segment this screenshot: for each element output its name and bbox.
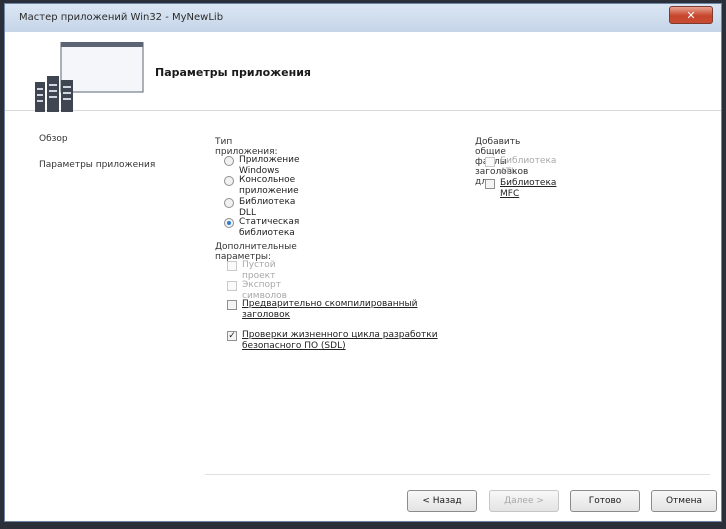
radio-button-selected[interactable]	[224, 218, 234, 228]
wizard-header: Параметры приложения	[5, 32, 721, 112]
radio-label: Консольное приложение	[239, 175, 299, 196]
radio-button[interactable]	[224, 198, 234, 208]
radio-console-app[interactable]: Консольное приложение	[224, 175, 299, 197]
checkbox[interactable]	[227, 261, 237, 271]
wizard-banner-icon	[35, 42, 144, 112]
checkbox-sdl-checks[interactable]: ✓ Проверки жизненного цикла разработки б…	[227, 330, 457, 352]
checkbox-checked[interactable]: ✓	[227, 331, 237, 341]
back-button[interactable]: < Назад	[407, 490, 477, 512]
checkbox-empty-project[interactable]: Пустой проект	[227, 260, 276, 282]
checkbox[interactable]	[485, 157, 495, 167]
extra-options-label: Дополнительные параметры:	[215, 242, 297, 262]
radio-label: Библиотека DLL	[239, 197, 296, 218]
cancel-button[interactable]: Отмена	[651, 490, 717, 512]
nav-item-app-settings[interactable]: Параметры приложения	[39, 160, 155, 170]
checkbox-label: Пустой проект	[242, 260, 276, 281]
checkbox-precompiled-header[interactable]: Предварительно скомпилированный заголово…	[227, 299, 457, 321]
checkbox-label: Проверки жизненного цикла разработки без…	[242, 330, 438, 351]
checkbox[interactable]	[227, 281, 237, 291]
button-separator	[205, 474, 710, 475]
checkbox-label: Предварительно скомпилированный заголово…	[242, 299, 418, 320]
title-bar[interactable]: Мастер приложений Win32 - MyNewLib ✕	[5, 4, 721, 33]
wizard-nav: Обзор Параметры приложения	[5, 110, 195, 510]
finish-button[interactable]: Готово	[570, 490, 640, 512]
checkbox[interactable]	[227, 300, 237, 310]
close-button[interactable]: ✕	[669, 6, 713, 24]
checkbox-mfc[interactable]: Библиотека MFC	[485, 178, 556, 200]
close-icon: ✕	[686, 9, 696, 22]
wizard-window: Мастер приложений Win32 - MyNewLib ✕ Пар…	[4, 3, 722, 522]
checkbox-label: Библиотека MFC	[500, 178, 557, 199]
radio-button[interactable]	[224, 156, 234, 166]
radio-label: Статическая библиотека	[239, 217, 300, 238]
app-type-label: Тип приложения:	[215, 137, 278, 157]
checkbox-label: Библиотека ATL	[500, 156, 557, 177]
radio-static-lib[interactable]: Статическая библиотека	[224, 217, 299, 239]
window-title: Мастер приложений Win32 - MyNewLib	[19, 12, 224, 23]
next-button[interactable]: Далее >	[489, 490, 559, 512]
checkbox[interactable]	[485, 179, 495, 189]
nav-item-overview[interactable]: Обзор	[39, 134, 68, 144]
radio-button[interactable]	[224, 176, 234, 186]
radio-windows-app[interactable]: Приложение Windows	[224, 155, 300, 177]
page-title: Параметры приложения	[155, 66, 311, 79]
radio-label: Приложение Windows	[239, 155, 300, 176]
checkbox-atl[interactable]: Библиотека ATL	[485, 156, 556, 178]
radio-dll[interactable]: Библиотека DLL	[224, 197, 295, 219]
